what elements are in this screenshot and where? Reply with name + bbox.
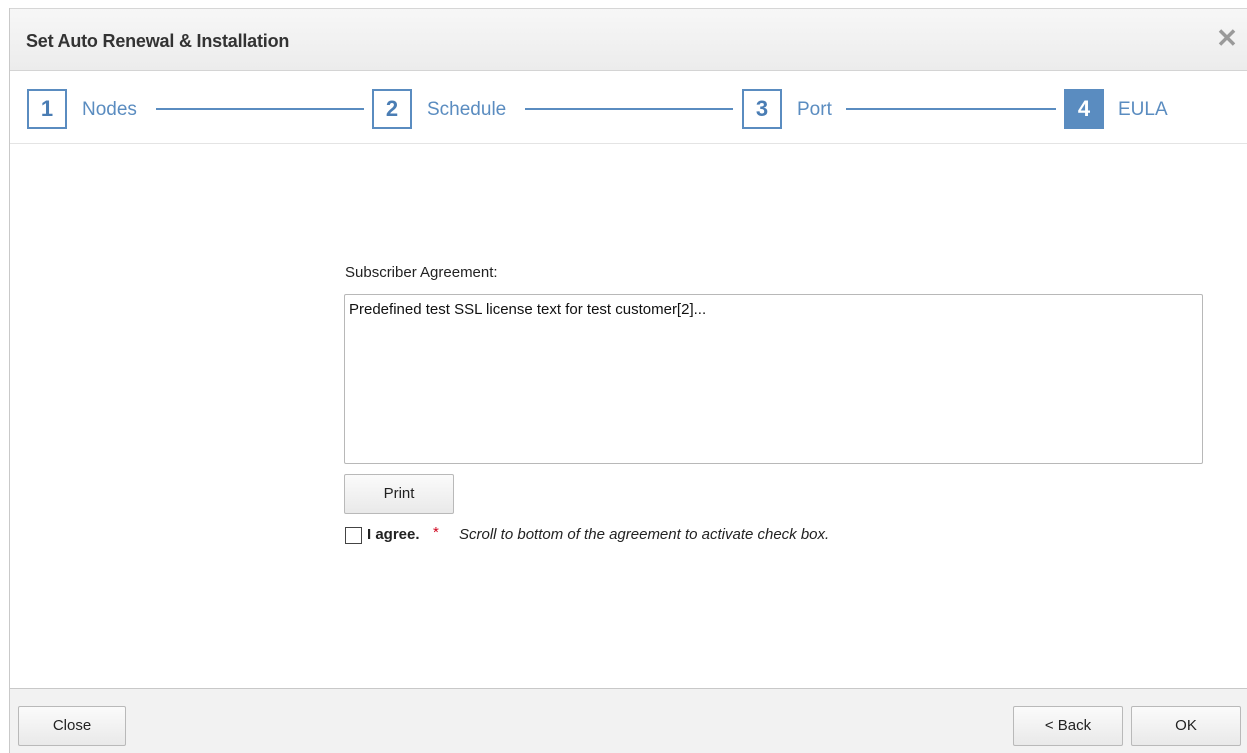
step-4-number: 4 (1064, 89, 1104, 129)
step-connector-2 (525, 108, 733, 110)
subscriber-agreement-heading: Subscriber Agreement: (345, 264, 498, 281)
scroll-hint-text: Scroll to bottom of the agreement to act… (459, 526, 830, 543)
step-2-number: 2 (372, 89, 412, 129)
dialog-titlebar: Set Auto Renewal & Installation ✕ (10, 8, 1247, 71)
step-1-label: Nodes (82, 99, 137, 120)
required-marker: * (433, 524, 439, 541)
ok-button[interactable]: OK (1131, 706, 1241, 746)
back-button[interactable]: < Back (1013, 706, 1123, 746)
wizard-stepper: 1 Nodes 2 Schedule 3 Port 4 EULA (10, 72, 1247, 144)
agree-label: I agree. (367, 526, 420, 543)
step-1-number: 1 (27, 89, 67, 129)
dialog-title: Set Auto Renewal & Installation (26, 31, 290, 51)
print-button[interactable]: Print (344, 474, 454, 514)
step-3-number: 3 (742, 89, 782, 129)
step-connector-1 (156, 108, 364, 110)
step-4-label: EULA (1118, 99, 1168, 120)
auto-renewal-dialog: Set Auto Renewal & Installation ✕ 1 Node… (0, 0, 1247, 753)
step-connector-3 (846, 108, 1056, 110)
agreement-textarea[interactable]: Predefined test SSL license text for tes… (344, 294, 1203, 464)
step-3-label: Port (797, 99, 832, 120)
close-button[interactable]: Close (18, 706, 126, 746)
agree-checkbox[interactable] (345, 527, 362, 544)
close-icon[interactable]: ✕ (1212, 23, 1242, 53)
step-2-label: Schedule (427, 99, 507, 120)
